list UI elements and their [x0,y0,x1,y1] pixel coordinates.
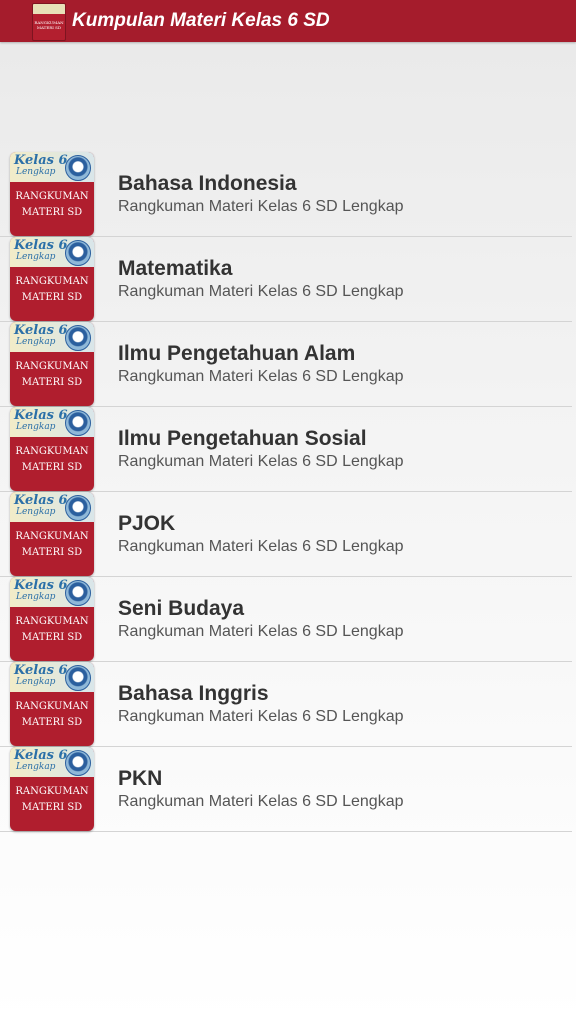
list-item-6[interactable]: Kelas 6 Lengkap RANGKUMAN MATERI SD Baha… [0,662,572,747]
book-cover-icon: Kelas 6 Lengkap RANGKUMAN MATERI SD [10,577,94,661]
app-bar: RANGKUMAN MATERI SD Kumpulan Materi Kela… [0,0,576,42]
cover-line1: RANGKUMAN [15,786,89,797]
cover-kelas: Kelas 6 [14,238,68,253]
app-title: Kumpulan Materi Kelas 6 SD [72,10,330,31]
cover-lengkap: Lengkap [16,677,56,687]
cover-kelas: Kelas 6 [14,493,68,508]
school-emblem-icon [65,495,91,521]
cover-line1: RANGKUMAN [15,531,89,542]
cover-line1: RANGKUMAN [15,701,89,712]
cover-lengkap: Lengkap [16,252,56,262]
book-cover-icon: Kelas 6 Lengkap RANGKUMAN MATERI SD [10,492,94,576]
book-cover-icon: Kelas 6 Lengkap RANGKUMAN MATERI SD [10,322,94,406]
list-item-subtitle: Rangkuman Materi Kelas 6 SD Lengkap [118,198,404,215]
cover-lengkap: Lengkap [16,337,56,347]
school-emblem-icon [65,580,91,606]
list-item-subtitle: Rangkuman Materi Kelas 6 SD Lengkap [118,453,404,470]
list-item-subtitle: Rangkuman Materi Kelas 6 SD Lengkap [118,283,404,300]
app-logo-line2: MATERI SD [36,25,62,30]
cover-line1: RANGKUMAN [15,276,89,287]
cover-line1: RANGKUMAN [15,361,89,372]
school-emblem-icon [65,155,91,181]
book-cover-icon: Kelas 6 Lengkap RANGKUMAN MATERI SD [10,747,94,831]
cover-line2: MATERI SD [21,292,83,303]
list-item-3[interactable]: Kelas 6 Lengkap RANGKUMAN MATERI SD Ilmu… [0,407,572,492]
list-item-title: PJOK [118,512,176,535]
cover-line1: RANGKUMAN [15,616,89,627]
list-item-subtitle: Rangkuman Materi Kelas 6 SD Lengkap [118,368,404,385]
list-item-1[interactable]: Kelas 6 Lengkap RANGKUMAN MATERI SD Mate… [0,237,572,322]
cover-lengkap: Lengkap [16,762,56,772]
cover-kelas: Kelas 6 [14,748,68,763]
list-item-subtitle: Rangkuman Materi Kelas 6 SD Lengkap [118,793,404,810]
cover-line1: RANGKUMAN [15,446,89,457]
cover-lengkap: Lengkap [16,592,56,602]
school-emblem-icon [65,665,91,691]
cover-kelas: Kelas 6 [14,408,68,423]
cover-kelas: Kelas 6 [14,578,68,593]
list-item-subtitle: Rangkuman Materi Kelas 6 SD Lengkap [118,623,404,640]
cover-lengkap: Lengkap [16,422,56,432]
app-logo-icon: RANGKUMAN MATERI SD [32,3,66,41]
list-item-title: Ilmu Pengetahuan Alam [118,342,356,365]
school-emblem-icon [65,750,91,776]
list-item-title: Seni Budaya [118,597,245,620]
book-cover-icon: Kelas 6 Lengkap RANGKUMAN MATERI SD [10,407,94,491]
cover-line2: MATERI SD [21,547,83,558]
cover-line2: MATERI SD [21,632,83,643]
list-item-7[interactable]: Kelas 6 Lengkap RANGKUMAN MATERI SD PKN … [0,747,572,832]
cover-kelas: Kelas 6 [14,153,68,168]
cover-line2: MATERI SD [21,377,83,388]
school-emblem-icon [65,410,91,436]
list-item-2[interactable]: Kelas 6 Lengkap RANGKUMAN MATERI SD Ilmu… [0,322,572,407]
cover-kelas: Kelas 6 [14,323,68,338]
list-item-0[interactable]: Kelas 6 Lengkap RANGKUMAN MATERI SD Baha… [0,152,572,237]
cover-line2: MATERI SD [21,802,83,813]
school-emblem-icon [65,240,91,266]
subject-list: Kelas 6 Lengkap RANGKUMAN MATERI SD Baha… [0,152,576,832]
cover-lengkap: Lengkap [16,167,56,177]
book-cover-icon: Kelas 6 Lengkap RANGKUMAN MATERI SD [10,237,94,321]
list-item-title: Ilmu Pengetahuan Sosial [118,427,367,450]
cover-kelas: Kelas 6 [14,663,68,678]
list-item-subtitle: Rangkuman Materi Kelas 6 SD Lengkap [118,708,404,725]
book-cover-icon: Kelas 6 Lengkap RANGKUMAN MATERI SD [10,152,94,236]
list-item-5[interactable]: Kelas 6 Lengkap RANGKUMAN MATERI SD Seni… [0,577,572,662]
list-item-subtitle: Rangkuman Materi Kelas 6 SD Lengkap [118,538,404,555]
cover-line2: MATERI SD [21,717,83,728]
list-item-title: PKN [118,767,163,790]
cover-line2: MATERI SD [21,462,83,473]
list-item-title: Matematika [118,257,233,280]
list-item-4[interactable]: Kelas 6 Lengkap RANGKUMAN MATERI SD PJOK… [0,492,572,577]
cover-line1: RANGKUMAN [15,191,89,202]
list-item-title: Bahasa Inggris [118,682,269,705]
list-item-title: Bahasa Indonesia [118,172,297,195]
school-emblem-icon [65,325,91,351]
cover-line2: MATERI SD [21,207,83,218]
book-cover-icon: Kelas 6 Lengkap RANGKUMAN MATERI SD [10,662,94,746]
cover-lengkap: Lengkap [16,507,56,517]
